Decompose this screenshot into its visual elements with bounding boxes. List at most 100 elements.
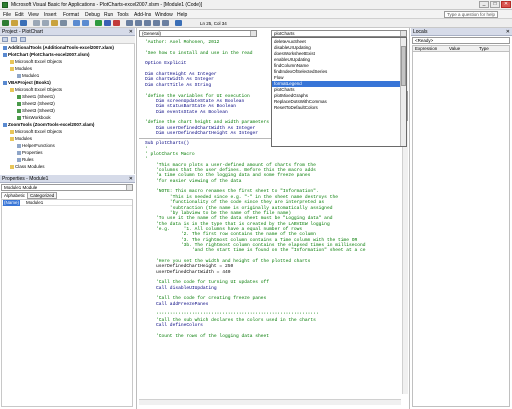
code-line[interactable]: 'See how to install and use in the read bbox=[145, 51, 253, 56]
tree-node[interactable]: Microsoft Excel Objects bbox=[10, 87, 62, 93]
object-browser-icon[interactable] bbox=[153, 20, 160, 26]
code-line[interactable]: Sub plotCharts() bbox=[145, 141, 189, 146]
code-line[interactable]: 'define the variables for UI execution bbox=[145, 94, 250, 99]
code-line[interactable]: Option Explicit bbox=[145, 61, 186, 66]
code-line[interactable]: Dim statusBarState As Boolean bbox=[145, 104, 236, 109]
close-icon[interactable]: ✕ bbox=[129, 175, 133, 183]
code-line[interactable]: '2. The first row contains the name of t… bbox=[145, 232, 316, 237]
code-line[interactable]: Dim userDefinedChartWidth As Integer bbox=[145, 126, 255, 131]
save-icon[interactable] bbox=[20, 20, 27, 26]
tree-node[interactable]: Modules bbox=[10, 66, 32, 72]
tree-node[interactable]: Microsoft Excel Objects bbox=[10, 59, 62, 65]
code-line[interactable]: 'subtraction (the name is originally aut… bbox=[145, 206, 333, 211]
toolbox-icon[interactable] bbox=[162, 20, 169, 26]
code-line[interactable]: userDefinedChartHeight = 250 bbox=[145, 264, 233, 269]
code-line[interactable]: 'Author: Axel Mohonen, 2012 bbox=[145, 40, 219, 45]
code-line[interactable]: Dim userDefinedChartHeight As Integer bbox=[145, 131, 258, 136]
code-line[interactable]: Call defineColors bbox=[145, 323, 203, 328]
insert-module-icon[interactable] bbox=[11, 20, 18, 26]
code-horizontal-scrollbar[interactable] bbox=[139, 399, 401, 405]
tree-node[interactable]: Properties bbox=[17, 150, 43, 156]
code-line[interactable]: ''''''''''''''''''''''''''''''''''''''''… bbox=[145, 313, 319, 318]
design-mode-icon[interactable] bbox=[126, 20, 133, 26]
code-line[interactable]: 'the data is in the type that is created… bbox=[145, 222, 330, 227]
menu-view[interactable]: View bbox=[28, 12, 39, 18]
code-line[interactable]: 'NOTE: This macro renames the first shee… bbox=[145, 189, 319, 194]
menu-format[interactable]: Format bbox=[63, 12, 79, 18]
close-icon[interactable]: ✕ bbox=[506, 28, 510, 36]
menu-edit[interactable]: Edit bbox=[15, 12, 24, 18]
tree-node[interactable]: PlotChart (PlotCharts-excel2007.xlsm) bbox=[3, 52, 90, 58]
tree-node[interactable]: Modules bbox=[10, 136, 32, 142]
tab-alphabetic[interactable]: Alphabetic bbox=[1, 192, 29, 199]
view-excel-icon[interactable] bbox=[2, 20, 9, 26]
help-search-box[interactable]: Type a question for help bbox=[444, 11, 498, 18]
maximize-button[interactable]: □ bbox=[490, 1, 500, 8]
find-icon[interactable] bbox=[60, 20, 67, 26]
menu-file[interactable]: File bbox=[3, 12, 11, 18]
tree-node[interactable]: AdditionalTools (AdditionalTools-excel20… bbox=[3, 45, 114, 51]
toggle-folders-icon[interactable] bbox=[20, 37, 26, 42]
dropdown-item[interactable]: ResetToDefaultColors bbox=[272, 105, 400, 111]
object-combo[interactable]: (General) bbox=[139, 30, 257, 37]
tab-categorized[interactable]: Categorized bbox=[27, 192, 58, 199]
close-icon[interactable]: ✕ bbox=[129, 28, 133, 36]
tree-node[interactable]: Rules bbox=[17, 157, 34, 163]
code-line[interactable]: Dim chartWidth As Integer bbox=[145, 77, 214, 82]
code-line[interactable]: 'and the start time is found on the "Inf… bbox=[145, 248, 366, 253]
menu-window[interactable]: Window bbox=[155, 12, 173, 18]
paste-icon[interactable] bbox=[51, 20, 58, 26]
help-icon[interactable] bbox=[175, 20, 182, 26]
code-line[interactable]: 'This macro plots a user-defined amount … bbox=[145, 163, 316, 168]
procedure-combo[interactable]: plotCharts bbox=[271, 30, 407, 37]
cut-icon[interactable] bbox=[33, 20, 40, 26]
minimize-button[interactable]: _ bbox=[479, 1, 489, 8]
menu-run[interactable]: Run bbox=[104, 12, 113, 18]
property-row[interactable]: (Name) Module1 bbox=[2, 200, 132, 206]
tree-node[interactable]: Class Modules bbox=[10, 164, 45, 170]
tree-node[interactable]: Sheet1 (Sheet1) bbox=[17, 94, 55, 100]
code-line[interactable]: Dim chartTitle As String bbox=[145, 83, 211, 88]
code-line[interactable]: '3. The rightmost column contains a Time… bbox=[145, 238, 357, 243]
menu-help[interactable]: Help bbox=[177, 12, 187, 18]
project-explorer-icon[interactable] bbox=[135, 20, 142, 26]
code-line[interactable]: 'a time column to the logging data and s… bbox=[145, 173, 310, 178]
tree-node[interactable]: ZoomTools (ZoomTools-excel2007.xlam) bbox=[3, 122, 94, 128]
code-line[interactable]: Call disableUIUpdating bbox=[145, 286, 217, 291]
menu-addins[interactable]: Add-Ins bbox=[134, 12, 151, 18]
code-line[interactable]: 'Count the rows of the logging data shee… bbox=[145, 334, 269, 339]
reset-icon[interactable] bbox=[113, 20, 120, 26]
menu-tools[interactable]: Tools bbox=[117, 12, 129, 18]
tree-node[interactable]: ThisWorkbook bbox=[17, 115, 51, 121]
code-line[interactable]: userDefinedChartWidth = 440 bbox=[145, 270, 230, 275]
menu-insert[interactable]: Insert bbox=[44, 12, 57, 18]
properties-object-select[interactable]: Module1 Module bbox=[1, 184, 133, 191]
tree-node[interactable]: HelperFunctions bbox=[17, 143, 55, 149]
tree-node[interactable]: Sheet2 (Sheet2) bbox=[17, 101, 55, 107]
view-object-icon[interactable] bbox=[11, 37, 17, 42]
code-line[interactable]: 'for easier viewing of the data bbox=[145, 179, 241, 184]
code-line[interactable]: 'Call the code for turning UI updates of… bbox=[145, 280, 269, 285]
undo-icon[interactable] bbox=[73, 20, 80, 26]
code-line[interactable]: 'To use it the name of the data sheet mu… bbox=[145, 216, 332, 221]
code-line[interactable]: ' bbox=[145, 157, 148, 162]
close-button[interactable]: ✕ bbox=[501, 1, 511, 8]
tree-node[interactable]: Module1 bbox=[17, 73, 39, 79]
view-code-icon[interactable] bbox=[2, 37, 8, 42]
redo-icon[interactable] bbox=[82, 20, 89, 26]
code-line[interactable]: 'functionality of the code since they ar… bbox=[145, 200, 324, 205]
code-line[interactable]: Call addFreezePanes bbox=[145, 302, 208, 307]
code-line[interactable]: 'define the chart height and width param… bbox=[145, 120, 269, 125]
menu-debug[interactable]: Debug bbox=[85, 12, 100, 18]
code-line[interactable]: ' bbox=[145, 147, 148, 152]
code-line[interactable]: Dim eventsState As Boolean bbox=[145, 110, 228, 115]
scroll-thumb[interactable] bbox=[401, 46, 406, 86]
tree-node[interactable]: Sheet3 (Sheet3) bbox=[17, 108, 55, 114]
code-line[interactable]: ' plotCharts Macro bbox=[145, 152, 195, 157]
break-icon[interactable] bbox=[104, 20, 111, 26]
properties-window-icon[interactable] bbox=[144, 20, 151, 26]
dropdown-scrollbar[interactable] bbox=[400, 38, 406, 146]
code-line[interactable]: 'Call the code for creating freeze panes bbox=[145, 296, 266, 301]
tree-node[interactable]: VBAProject (Book1) bbox=[3, 80, 51, 86]
tree-node[interactable]: Microsoft Excel Objects bbox=[10, 129, 62, 135]
